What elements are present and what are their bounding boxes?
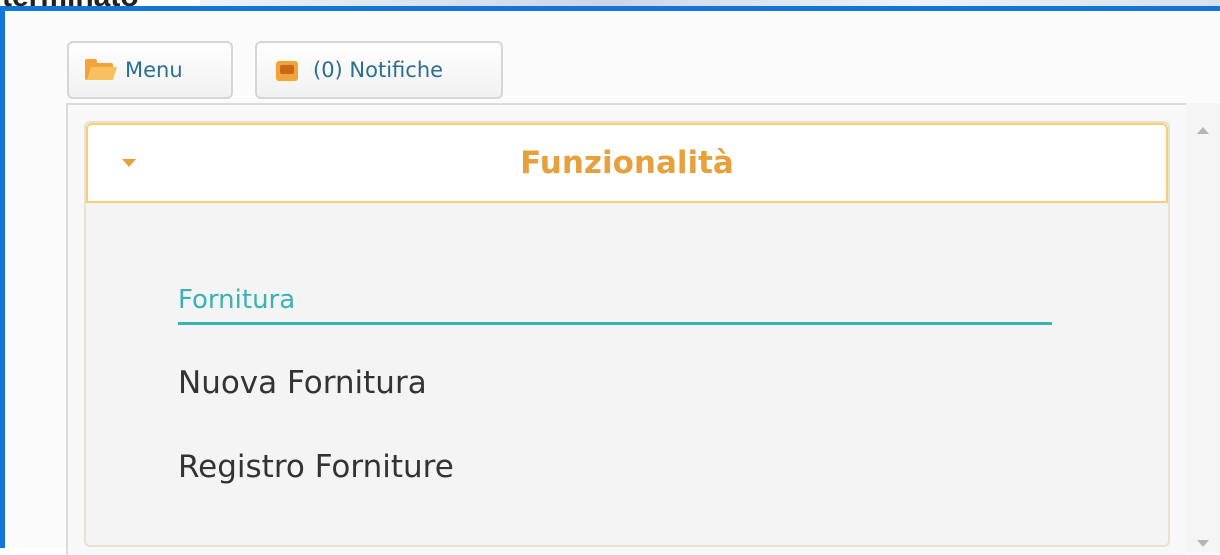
envelope-icon xyxy=(273,58,303,82)
notifications-button-label: (0) Notifiche xyxy=(313,58,444,82)
popup-toolbar: Menu (0) Notifiche xyxy=(5,11,1220,101)
panel-title: Funzionalità xyxy=(520,145,734,181)
menu-button[interactable]: Menu xyxy=(67,41,233,99)
functions-panel-header[interactable]: Funzionalità xyxy=(86,123,1168,203)
folder-open-icon xyxy=(85,58,118,82)
section-title-fornitura: Fornitura xyxy=(178,283,1052,325)
link-registro-forniture[interactable]: Registro Forniture xyxy=(178,449,454,485)
functions-popup-window: Menu (0) Notifiche Funzionalità Fornitur… xyxy=(0,6,1220,555)
functions-panel: Funzionalità Fornitura Nuova Fornitura R… xyxy=(84,121,1170,547)
menu-button-label: Menu xyxy=(125,58,183,82)
vertical-scrollbar[interactable] xyxy=(1186,103,1220,553)
scroll-up-arrow-icon[interactable] xyxy=(1197,127,1209,134)
link-nuova-fornitura[interactable]: Nuova Fornitura xyxy=(178,365,427,401)
scroll-down-arrow-icon[interactable] xyxy=(1197,540,1209,547)
notifications-button[interactable]: (0) Notifiche xyxy=(255,41,503,99)
content-frame: Funzionalità Fornitura Nuova Fornitura R… xyxy=(66,103,1186,555)
